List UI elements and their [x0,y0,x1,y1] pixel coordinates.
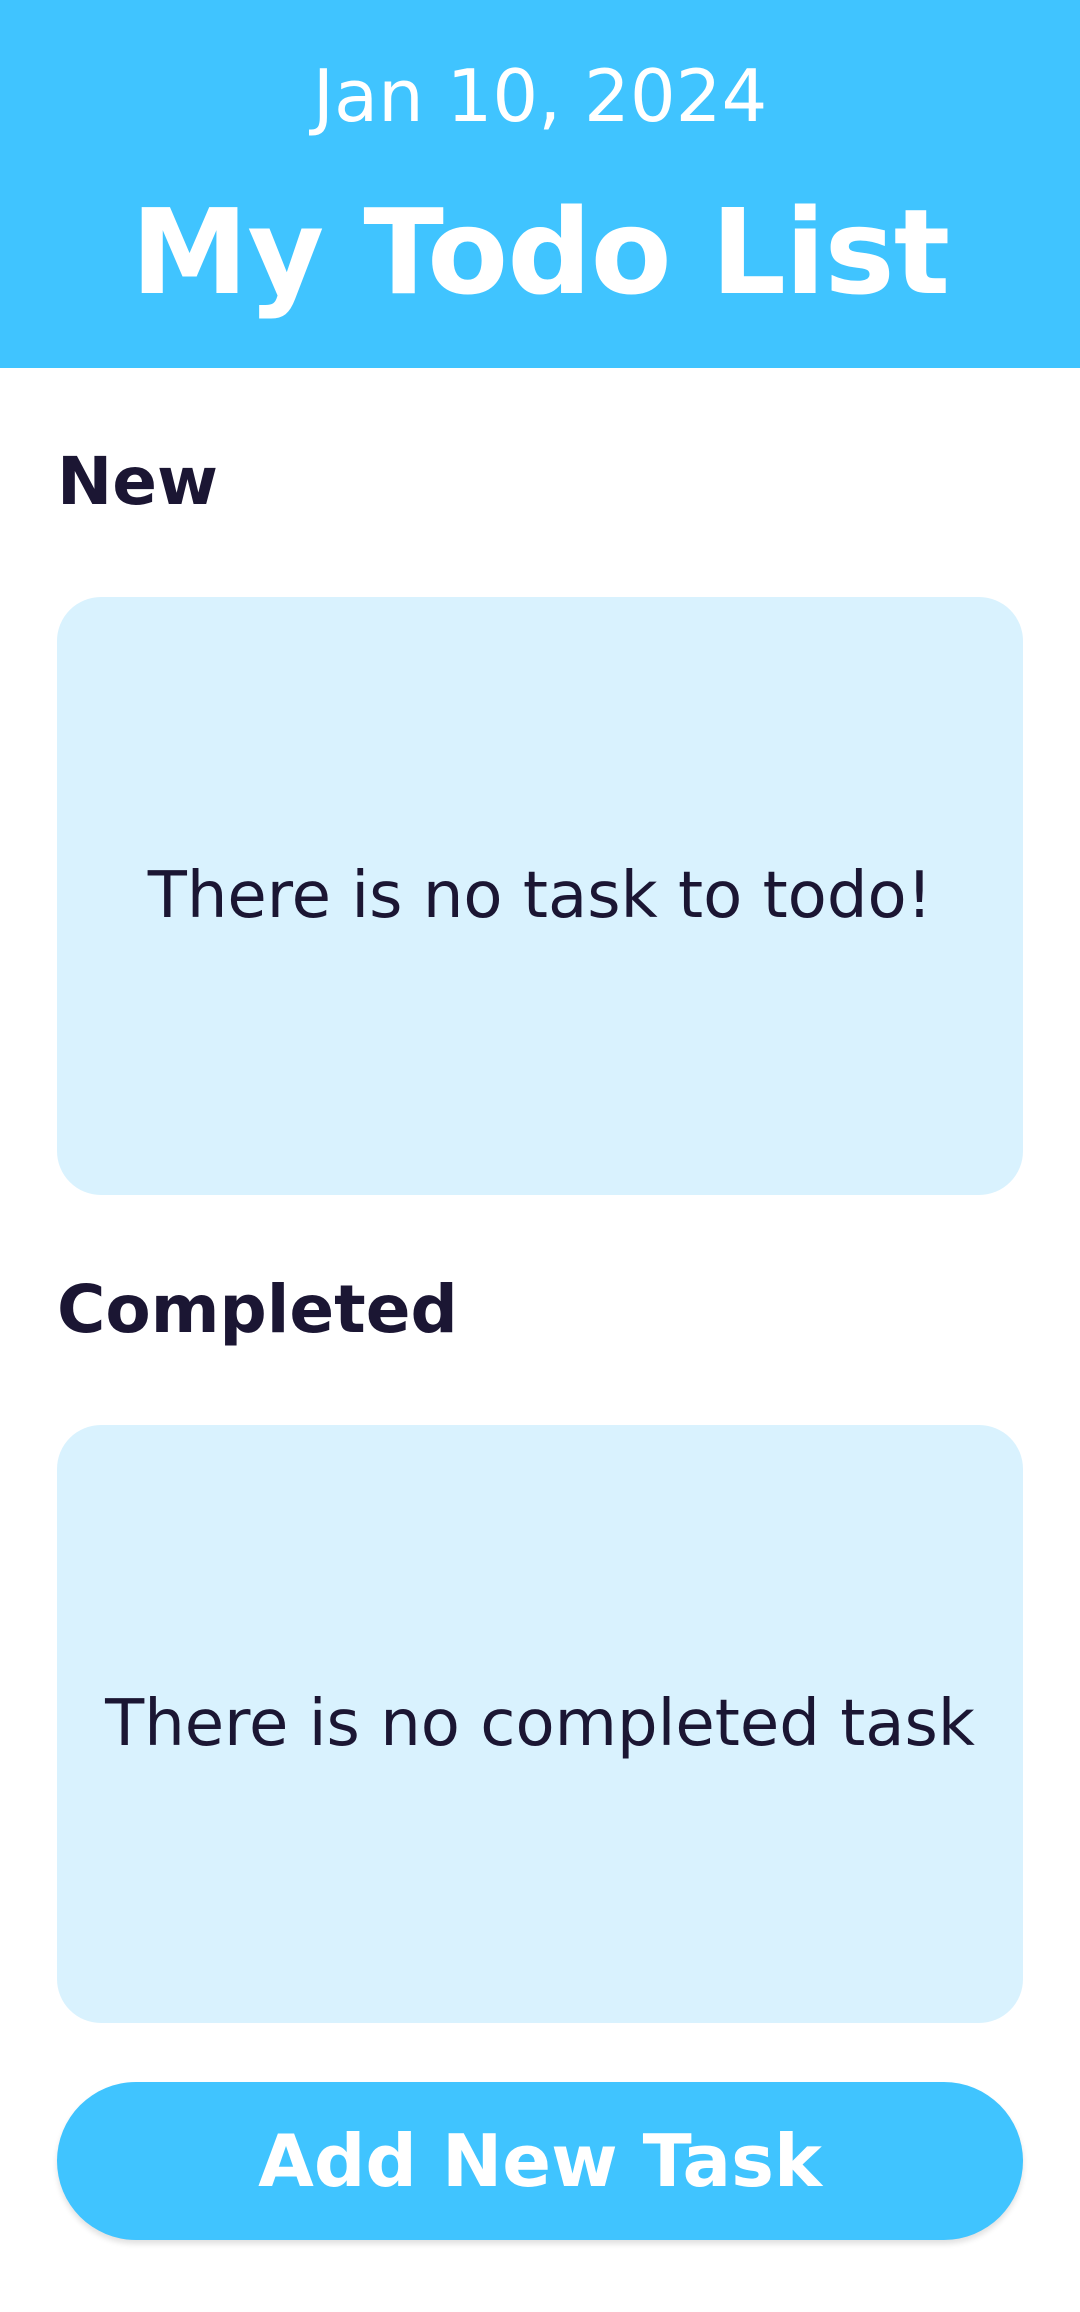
add-new-task-button[interactable]: Add New Task [57,2082,1023,2240]
page-title: My Todo List [130,183,950,321]
header-date: Jan 10, 2024 [312,54,768,138]
completed-tasks-panel: There is no completed task [57,1425,1023,2023]
app-header: Jan 10, 2024 My Todo List [0,0,1080,368]
completed-section-heading: Completed [57,1271,458,1348]
completed-tasks-empty-message: There is no completed task [105,1687,975,1761]
new-tasks-empty-message: There is no task to todo! [147,859,933,933]
new-section-heading: New [57,443,218,520]
new-tasks-panel: There is no task to todo! [57,597,1023,1195]
